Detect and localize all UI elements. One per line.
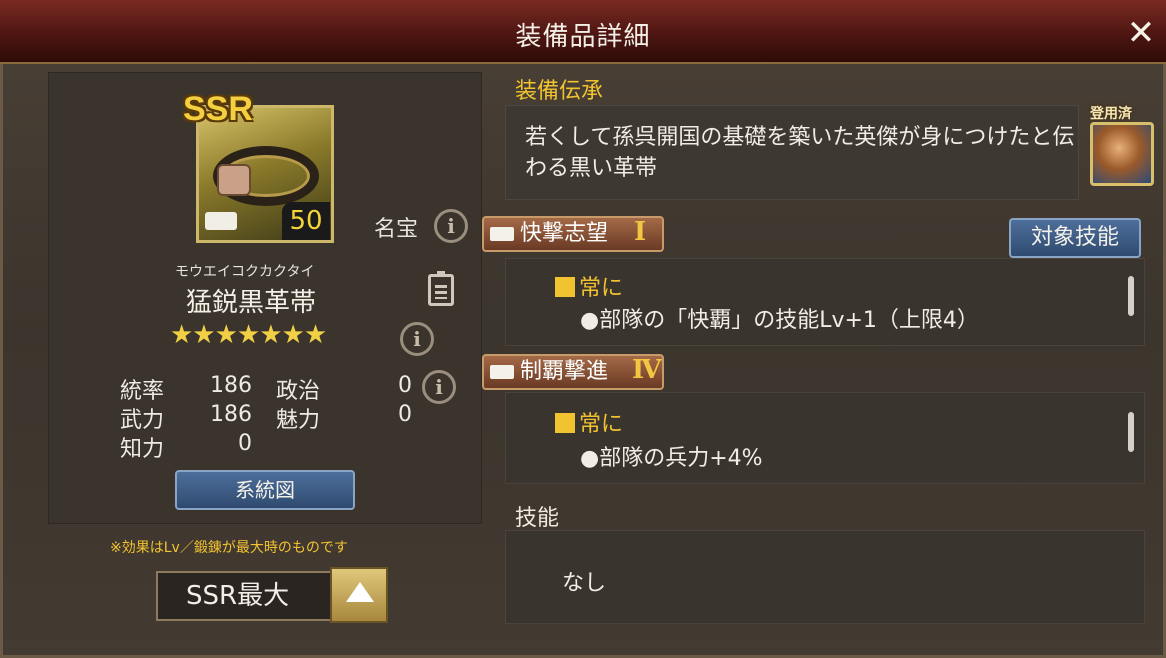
scrollbar[interactable]	[1128, 412, 1134, 452]
stat-label-tousotsu: 統率	[120, 379, 165, 404]
skill-effect: ●部隊の「快覇」の技能Lv+1（上限4）	[580, 308, 979, 333]
lore-heading: 装備伝承	[515, 79, 604, 104]
scroll-icon	[490, 365, 514, 379]
target-skill-button[interactable]: 対象技能	[1009, 218, 1141, 258]
skill-section-heading: 技能	[515, 506, 560, 531]
stat-value-miryoku: 0	[398, 402, 412, 427]
info-icon[interactable]: i	[434, 209, 468, 243]
info-icon[interactable]: i	[400, 322, 434, 356]
skill-tag-1[interactable]: 快撃志望 Ⅰ	[482, 216, 664, 252]
clipboard-icon[interactable]	[428, 271, 454, 306]
skill-rank: Ⅳ	[632, 355, 662, 385]
effect-note: ※効果はLv／鍛錬が最大時のものです	[110, 540, 348, 556]
skill-trigger: 常に	[555, 406, 623, 438]
scrollbar[interactable]	[1128, 276, 1134, 316]
stat-value-buryoku: 186	[210, 402, 252, 427]
skill-name: 制覇撃進	[520, 359, 609, 384]
stat-label-buryoku: 武力	[120, 408, 165, 433]
skill-name: 快撃志望	[520, 221, 609, 246]
lore-text: 若くして孫呉開国の基礎を築いた英傑が身につけたと伝わる黒い革帯	[525, 125, 1075, 181]
stat-value-tousotsu: 186	[210, 373, 252, 398]
used-label: 登用済	[1090, 106, 1132, 122]
stat-label-seiji: 政治	[276, 379, 321, 404]
buckle-icon	[217, 164, 251, 196]
item-name: 猛鋭黒革帯	[186, 288, 317, 318]
level-select[interactable]: SSR最大	[156, 571, 332, 621]
up-arrow-icon[interactable]	[330, 567, 388, 623]
item-category: 名宝	[374, 217, 419, 242]
window-title: 装備品詳細	[515, 22, 651, 52]
info-icon[interactable]: i	[422, 370, 456, 404]
skill-none: なし	[562, 571, 607, 596]
stat-label-miryoku: 魅力	[276, 408, 321, 433]
lineage-button[interactable]: 系統図	[175, 470, 355, 510]
rarity-badge: SSR	[183, 90, 253, 128]
scroll-icon	[205, 212, 237, 230]
stat-value-chiryoku: 0	[238, 431, 252, 456]
skill-effect: ●部隊の兵力+4%	[580, 446, 763, 471]
general-portrait[interactable]	[1090, 122, 1154, 186]
stat-value-seiji: 0	[398, 373, 412, 398]
scroll-icon	[490, 227, 514, 241]
close-icon[interactable]: ✕	[1124, 14, 1158, 52]
star-rating: ★★★★★★★	[170, 320, 327, 350]
skill-tag-2[interactable]: 制覇撃進 Ⅳ	[482, 354, 664, 390]
skill-rank: Ⅰ	[634, 217, 647, 247]
skill-trigger: 常に	[555, 270, 623, 302]
item-reading: モウエイコクカクタイ	[175, 264, 315, 280]
stat-label-chiryoku: 知力	[120, 437, 165, 462]
level-badge: 50	[282, 202, 330, 240]
